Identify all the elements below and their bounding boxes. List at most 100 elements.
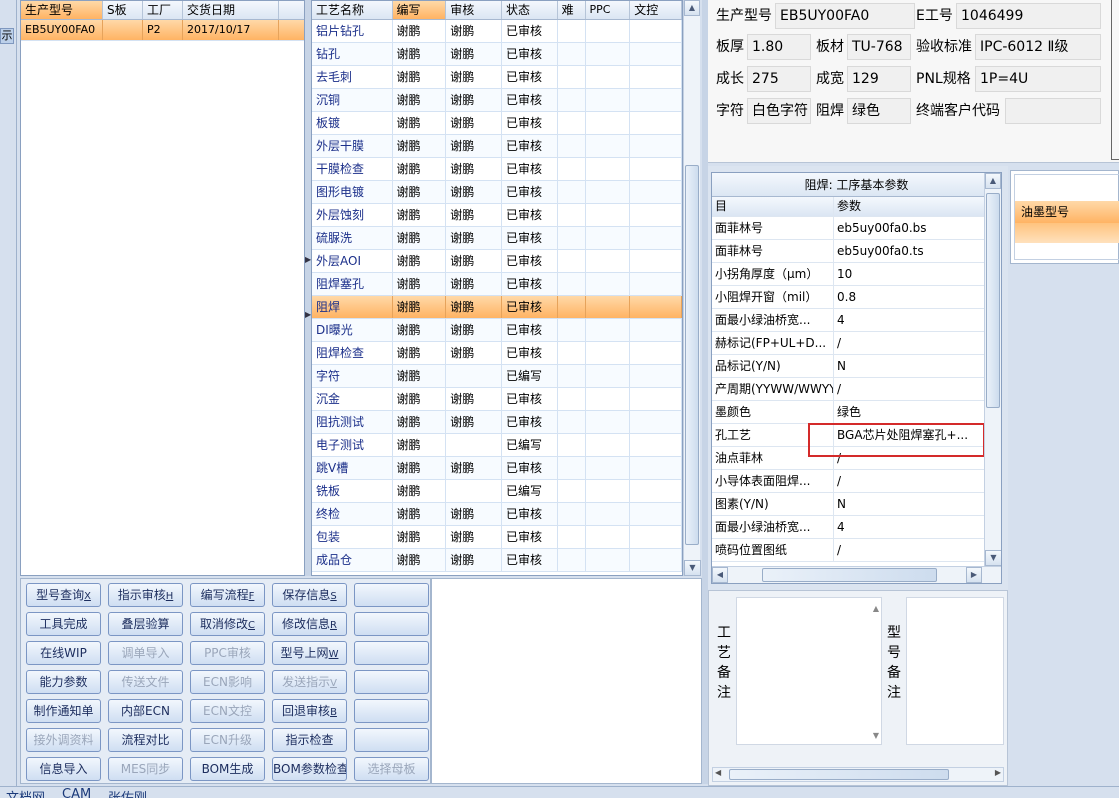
param-row[interactable]: 小导体表面阻焊... / (712, 470, 1001, 493)
param-row[interactable]: 小拐角厚度（μm） 10 (712, 263, 1001, 286)
action-button-1-5[interactable] (354, 583, 429, 607)
ink-row[interactable] (1015, 223, 1119, 243)
char-field[interactable]: 白色字符 (747, 98, 811, 124)
model-row[interactable]: EB5UY00FA0 P2 2017/10/17 (21, 20, 304, 41)
action-button-5-1[interactable]: 制作通知单 (26, 699, 101, 723)
process-row[interactable]: 阻抗测试 谢鹏 谢鹏 已审核 (312, 411, 682, 434)
width-field[interactable]: 129 (847, 66, 911, 92)
action-button-4-5[interactable] (354, 670, 429, 694)
col-model[interactable]: 生产型号 (21, 1, 103, 19)
col-status[interactable]: 状态 (502, 1, 558, 19)
col-difficulty[interactable]: 难 (558, 1, 586, 19)
params-hscrollbar[interactable]: ◀ ▶ (712, 566, 1001, 583)
eno-field[interactable]: 1046499 (956, 3, 1101, 29)
process-row[interactable]: 外层AOI 谢鹏 谢鹏 已审核 (312, 250, 682, 273)
process-row[interactable]: 图形电镀 谢鹏 谢鹏 已审核 (312, 181, 682, 204)
action-button-7-5[interactable]: 选择母板 (354, 757, 429, 781)
scroll-down-icon[interactable]: ▼ (985, 550, 1001, 566)
length-field[interactable]: 275 (747, 66, 811, 92)
process-scrollbar[interactable]: ▲ ▼ (683, 0, 701, 576)
process-row[interactable]: 终检 谢鹏 谢鹏 已审核 (312, 503, 682, 526)
action-button-5-4[interactable]: 回退审核B (272, 699, 347, 723)
process-row[interactable]: 铝片钻孔 谢鹏 谢鹏 已审核 (312, 20, 682, 43)
scroll-thumb[interactable] (986, 193, 1000, 408)
process-row[interactable]: 铣板 谢鹏 已编写 (312, 480, 682, 503)
col-ppc[interactable]: PPC (586, 1, 631, 19)
process-row[interactable]: 阻焊检查 谢鹏 谢鹏 已审核 (312, 342, 682, 365)
param-row[interactable]: 面最小绿油桥宽... 4 (712, 309, 1001, 332)
material-field[interactable]: TU-768 (847, 34, 911, 60)
action-button-6-1[interactable]: 接外调资料 (26, 728, 101, 752)
scroll-left-icon[interactable]: ◀ (715, 768, 721, 777)
param-row[interactable]: 墨颜色 绿色 (712, 401, 1001, 424)
thickness-field[interactable]: 1.80 (747, 34, 811, 60)
scroll-up-icon[interactable]: ▲ (873, 604, 879, 613)
col-process-name[interactable]: 工艺名称 (312, 1, 393, 19)
process-row[interactable]: 跳V槽 谢鹏 谢鹏 已审核 (312, 457, 682, 480)
action-button-7-2[interactable]: MES同步 (108, 757, 183, 781)
action-button-2-5[interactable] (354, 612, 429, 636)
action-button-3-5[interactable] (354, 641, 429, 665)
process-row[interactable]: DI曝光 谢鹏 谢鹏 已审核 (312, 319, 682, 342)
scroll-thumb[interactable] (685, 165, 699, 545)
process-row[interactable]: 阻焊 谢鹏 谢鹏 已审核 (312, 296, 682, 319)
model-remarks-field[interactable] (906, 597, 1004, 745)
action-button-5-3[interactable]: ECN文控 (190, 699, 265, 723)
col-sboard[interactable]: S板 (103, 1, 143, 19)
action-button-3-4[interactable]: 型号上网W (272, 641, 347, 665)
model-field[interactable]: EB5UY00FA0 (775, 3, 915, 29)
params-scrollbar[interactable]: ▲ ▼ (984, 173, 1001, 566)
action-button-7-1[interactable]: 信息导入 (26, 757, 101, 781)
hscroll-thumb[interactable] (762, 568, 937, 582)
action-button-6-2[interactable]: 流程对比 (108, 728, 183, 752)
hscroll-thumb[interactable] (729, 769, 949, 780)
process-row[interactable]: 包装 谢鹏 谢鹏 已审核 (312, 526, 682, 549)
tab-cam[interactable]: CAM (62, 787, 91, 798)
action-button-2-1[interactable]: 工具完成 (26, 612, 101, 636)
process-row[interactable]: 沉铜 谢鹏 谢鹏 已审核 (312, 89, 682, 112)
action-button-4-3[interactable]: ECN影响 (190, 670, 265, 694)
action-button-3-3[interactable]: PPC审核 (190, 641, 265, 665)
param-row[interactable]: 面菲林号 eb5uy00fa0.ts (712, 240, 1001, 263)
scroll-down-icon[interactable]: ▼ (684, 560, 701, 576)
param-row[interactable]: 面菲林号 eb5uy00fa0.bs (712, 217, 1001, 240)
process-row[interactable]: 成品仓 谢鹏 谢鹏 已审核 (312, 549, 682, 572)
process-row[interactable]: 钻孔 谢鹏 谢鹏 已审核 (312, 43, 682, 66)
process-row[interactable]: 外层蚀刻 谢鹏 谢鹏 已审核 (312, 204, 682, 227)
action-button-5-5[interactable] (354, 699, 429, 723)
action-button-2-3[interactable]: 取消修改C (190, 612, 265, 636)
process-row[interactable]: 外层干膜 谢鹏 谢鹏 已审核 (312, 135, 682, 158)
param-row[interactable]: 图素(Y/N) N (712, 493, 1001, 516)
tab-doc[interactable]: 文档网 (6, 787, 45, 798)
scroll-right-icon[interactable]: ▶ (995, 768, 1001, 777)
action-button-1-2[interactable]: 指示审核H (108, 583, 183, 607)
action-button-7-3[interactable]: BOM生成 (190, 757, 265, 781)
col-writer[interactable]: 编写 (392, 1, 447, 19)
tab-user[interactable]: 张佐刚 (108, 787, 147, 798)
action-button-3-2[interactable]: 调单导入 (108, 641, 183, 665)
edge-label[interactable]: 示 (0, 28, 14, 44)
process-row[interactable]: 沉金 谢鹏 谢鹏 已审核 (312, 388, 682, 411)
param-row[interactable]: 面最小绿油桥宽... 4 (712, 516, 1001, 539)
params-col-item[interactable]: 目 (712, 197, 834, 216)
action-button-6-5[interactable] (354, 728, 429, 752)
remarks-hscrollbar[interactable]: ◀ ▶ (712, 767, 1004, 782)
col-doc-control[interactable]: 文控 (630, 1, 682, 19)
param-row[interactable]: 喷码位置图纸 / (712, 539, 1001, 562)
scroll-down-icon[interactable]: ▼ (873, 731, 879, 740)
col-factory[interactable]: 工厂 (143, 1, 183, 19)
action-button-4-2[interactable]: 传送文件 (108, 670, 183, 694)
customer-field[interactable] (1005, 98, 1101, 124)
process-row[interactable]: 干膜检查 谢鹏 谢鹏 已审核 (312, 158, 682, 181)
pnl-field[interactable]: 1P=4U (975, 66, 1101, 92)
action-button-6-4[interactable]: 指示检查 (272, 728, 347, 752)
action-button-7-4[interactable]: BOM参数检查 (272, 757, 347, 781)
process-row[interactable]: 电子测试 谢鹏 已编写 (312, 434, 682, 457)
param-row[interactable]: 品标记(Y/N) N (712, 355, 1001, 378)
standard-field[interactable]: IPC-6012 Ⅱ级 (975, 34, 1101, 60)
action-button-4-1[interactable]: 能力参数 (26, 670, 101, 694)
action-button-4-4[interactable]: 发送指示V (272, 670, 347, 694)
action-button-1-1[interactable]: 型号查询X (26, 583, 101, 607)
process-row[interactable]: 去毛刺 谢鹏 谢鹏 已审核 (312, 66, 682, 89)
param-row[interactable]: 小阻焊开窗（mil） 0.8 (712, 286, 1001, 309)
